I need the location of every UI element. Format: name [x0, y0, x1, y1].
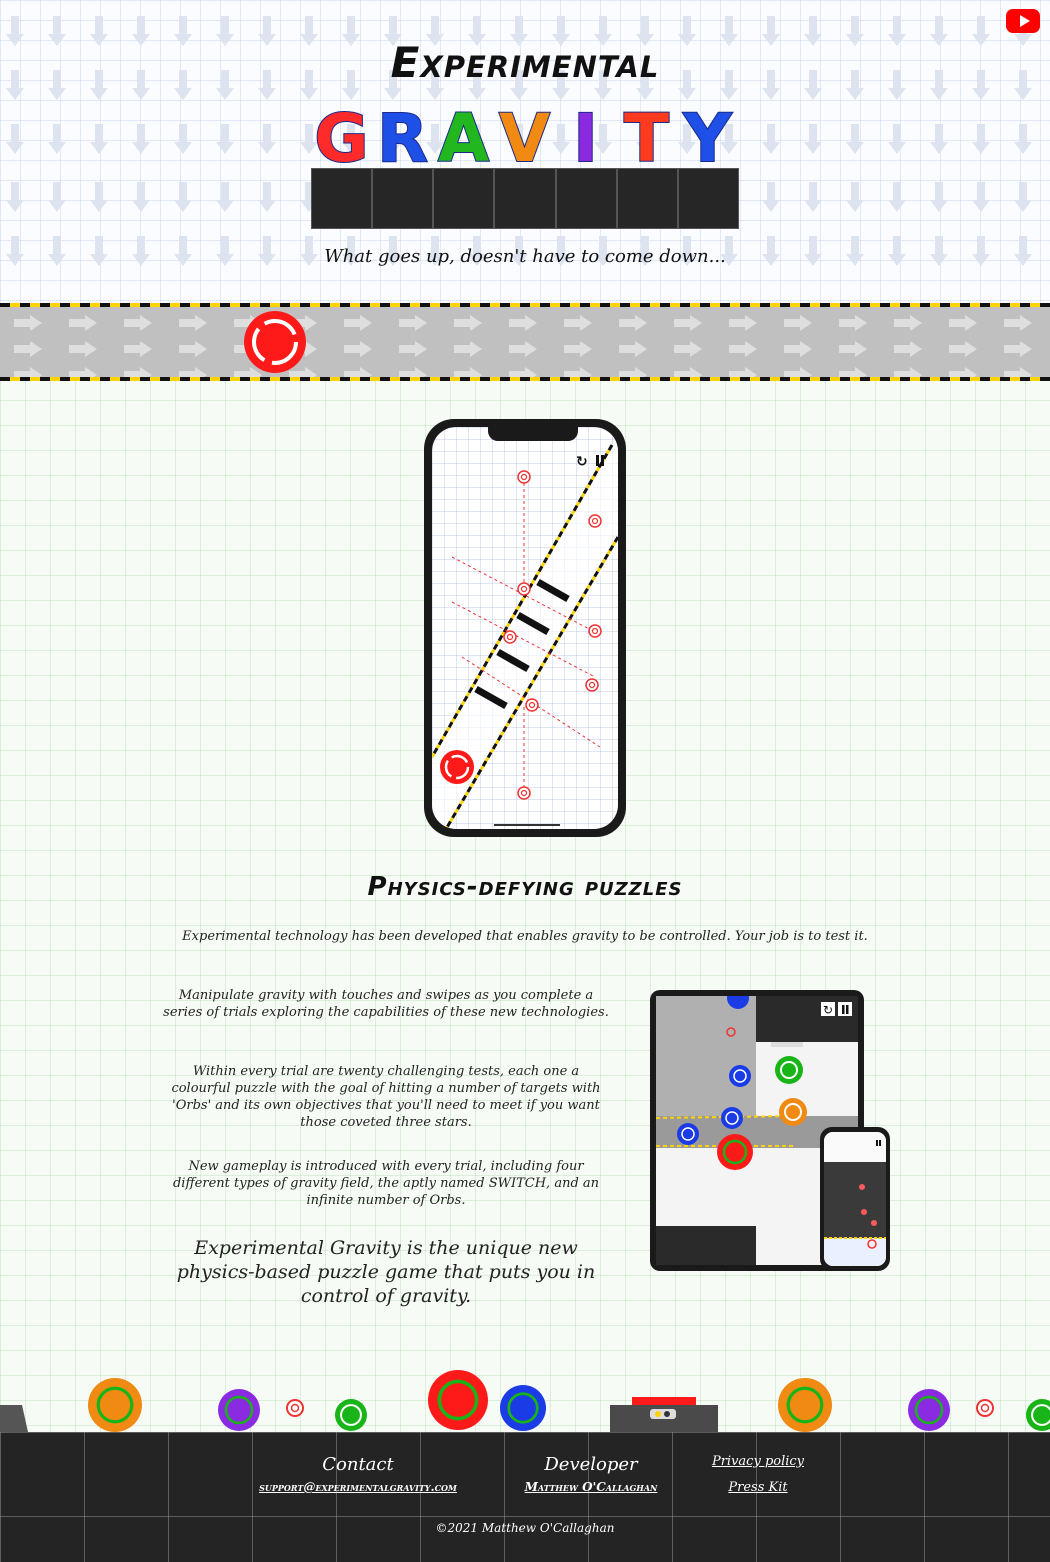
red-orb-icon	[244, 311, 306, 373]
title-experimental: Experimental	[390, 38, 660, 87]
closing-tagline: Experimental Gravity is the unique new p…	[176, 1237, 596, 1307]
mini-level-preview	[824, 1132, 886, 1266]
title-block-row	[311, 168, 739, 229]
title-letter: Y	[683, 100, 733, 177]
mini-phone-screenshot	[824, 1132, 886, 1266]
hazard-stripe	[0, 303, 1050, 307]
block	[555, 168, 617, 229]
svg-text:↻: ↻	[823, 1003, 833, 1017]
paragraph-gameplay: New gameplay is introduced with every tr…	[172, 1159, 600, 1208]
title-letter: A	[437, 100, 490, 177]
title-letter: V	[498, 100, 551, 177]
paragraph-trials: Within every trial are twenty challengin…	[171, 1064, 601, 1130]
intro-paragraph: Experimental technology has been develop…	[182, 929, 868, 944]
section-heading: Physics-defying puzzles	[367, 872, 683, 902]
title-letter: T	[623, 100, 670, 177]
youtube-icon[interactable]	[1006, 9, 1040, 33]
conveyor-arrows	[14, 315, 1032, 377]
developer-link[interactable]: Matthew O'Callaghan	[500, 1480, 682, 1494]
contact-email-link[interactable]: support@experimentalgravity.com	[228, 1480, 488, 1494]
developer-heading: Developer	[544, 1454, 638, 1475]
block	[311, 168, 373, 229]
contact-heading: Contact	[322, 1454, 394, 1475]
privacy-policy-link[interactable]: Privacy policy	[700, 1454, 816, 1469]
game-screenshot: ↻	[432, 427, 618, 829]
orb-lineup	[0, 1370, 1050, 1432]
tagline: What goes up, doesn't have to come down.…	[324, 246, 726, 267]
level-preview: ↻	[432, 444, 618, 829]
svg-text:↻: ↻	[576, 454, 588, 470]
site-header: Experimental GRAVITY What goes up, doesn…	[0, 0, 1050, 303]
title-letter: I	[572, 100, 599, 177]
block	[494, 168, 556, 229]
block	[372, 168, 434, 229]
paragraph-manipulate: Manipulate gravity with touches and swip…	[163, 988, 609, 1020]
phone-mockup: ↻	[424, 419, 626, 837]
copyright-text: ©2021 Matthew O'Callaghan	[435, 1521, 615, 1535]
title-letter: G	[313, 100, 369, 177]
phone-notch	[488, 427, 578, 441]
site-footer: Contact support@experimentalgravity.com …	[0, 1432, 1050, 1562]
block	[616, 168, 678, 229]
hazard-stripe	[0, 377, 1050, 381]
block	[677, 168, 739, 229]
mini-phone-mockup	[820, 1127, 890, 1271]
conveyor-belt	[0, 303, 1050, 381]
title-gravity: GRAVITY	[311, 100, 739, 177]
title-letter: R	[376, 100, 429, 177]
press-kit-link[interactable]: Press Kit	[700, 1480, 816, 1495]
block	[433, 168, 495, 229]
